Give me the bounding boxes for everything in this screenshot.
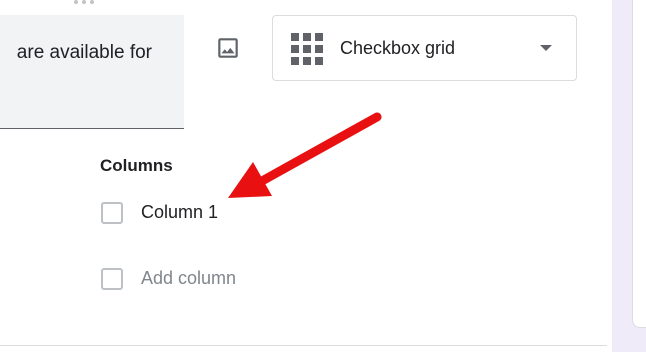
drag-handle[interactable] xyxy=(72,0,96,6)
side-card xyxy=(632,0,646,328)
checkbox-icon xyxy=(101,268,123,290)
question-title-field[interactable]: are available for xyxy=(0,15,184,129)
arrow-head xyxy=(228,162,272,198)
divider xyxy=(0,345,607,346)
drag-dot xyxy=(82,0,86,4)
drag-dot xyxy=(90,0,94,4)
arrow-shaft xyxy=(257,112,382,186)
grid-icon xyxy=(291,33,323,65)
side-panel xyxy=(612,0,646,352)
question-type-label: Checkbox grid xyxy=(340,38,456,58)
question-type-dropdown[interactable]: Checkbox grid xyxy=(272,15,577,81)
column-label[interactable]: Column 1 xyxy=(141,202,218,223)
add-column-label[interactable]: Add column xyxy=(141,268,236,289)
checkbox-icon xyxy=(101,202,123,224)
question-title-text: are available for xyxy=(16,42,152,63)
add-image-button[interactable] xyxy=(211,31,245,65)
columns-heading: Columns xyxy=(100,156,173,175)
drag-dot xyxy=(74,0,78,4)
image-icon xyxy=(218,38,238,58)
dropdown-caret-icon xyxy=(540,45,552,51)
